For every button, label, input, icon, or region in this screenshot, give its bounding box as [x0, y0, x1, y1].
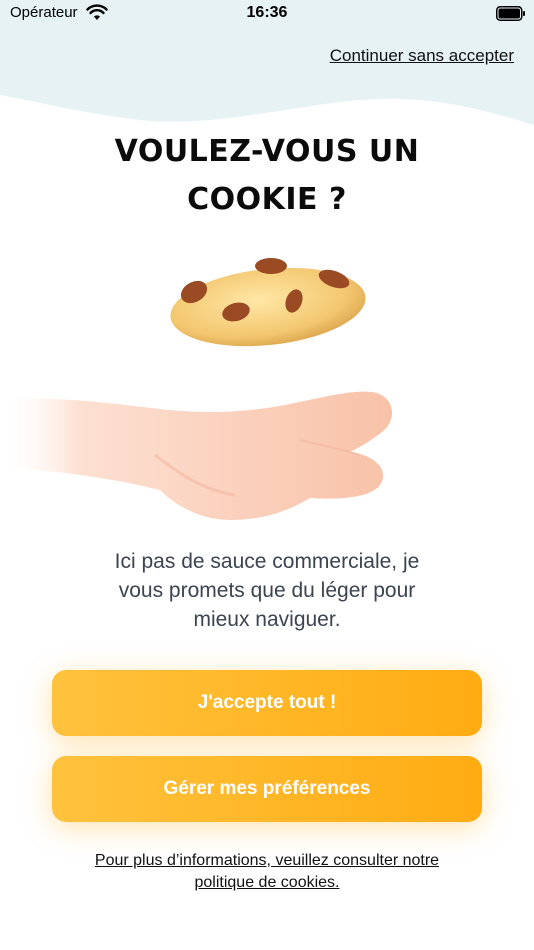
- cookie-icon: [170, 258, 366, 347]
- description-line-1: Ici pas de sauce commerciale, je: [114, 550, 420, 573]
- status-bar: Opérateur 16:36: [0, 0, 534, 30]
- page-title: VOULEZ-VOUS UN COOKIE ?: [0, 128, 534, 224]
- policy-line-1[interactable]: Pour plus d’informations, veuillez consu…: [60, 850, 474, 872]
- title-line-2: COOKIE ?: [187, 182, 347, 217]
- continue-without-accepting-link[interactable]: Continuer sans accepter: [330, 46, 514, 66]
- hand-icon: [0, 391, 393, 520]
- title-line-1: VOULEZ-VOUS UN: [114, 134, 420, 169]
- battery-icon: [496, 6, 525, 21]
- cookie-policy-link[interactable]: Pour plus d’informations, veuillez consu…: [60, 850, 474, 894]
- status-time: 16:36: [246, 4, 288, 21]
- manage-preferences-button[interactable]: Gérer mes préférences: [52, 756, 482, 822]
- description-line-2: vous promets que du léger pour: [118, 579, 416, 602]
- cookie-hand-illustration: [0, 258, 393, 520]
- description-line-3: mieux naviguer.: [193, 608, 341, 631]
- policy-line-2[interactable]: politique de cookies.: [60, 872, 474, 894]
- cookie-description: Ici pas de sauce commerciale, je vous pr…: [80, 547, 454, 634]
- accept-all-button[interactable]: J'accepte tout !: [52, 670, 482, 736]
